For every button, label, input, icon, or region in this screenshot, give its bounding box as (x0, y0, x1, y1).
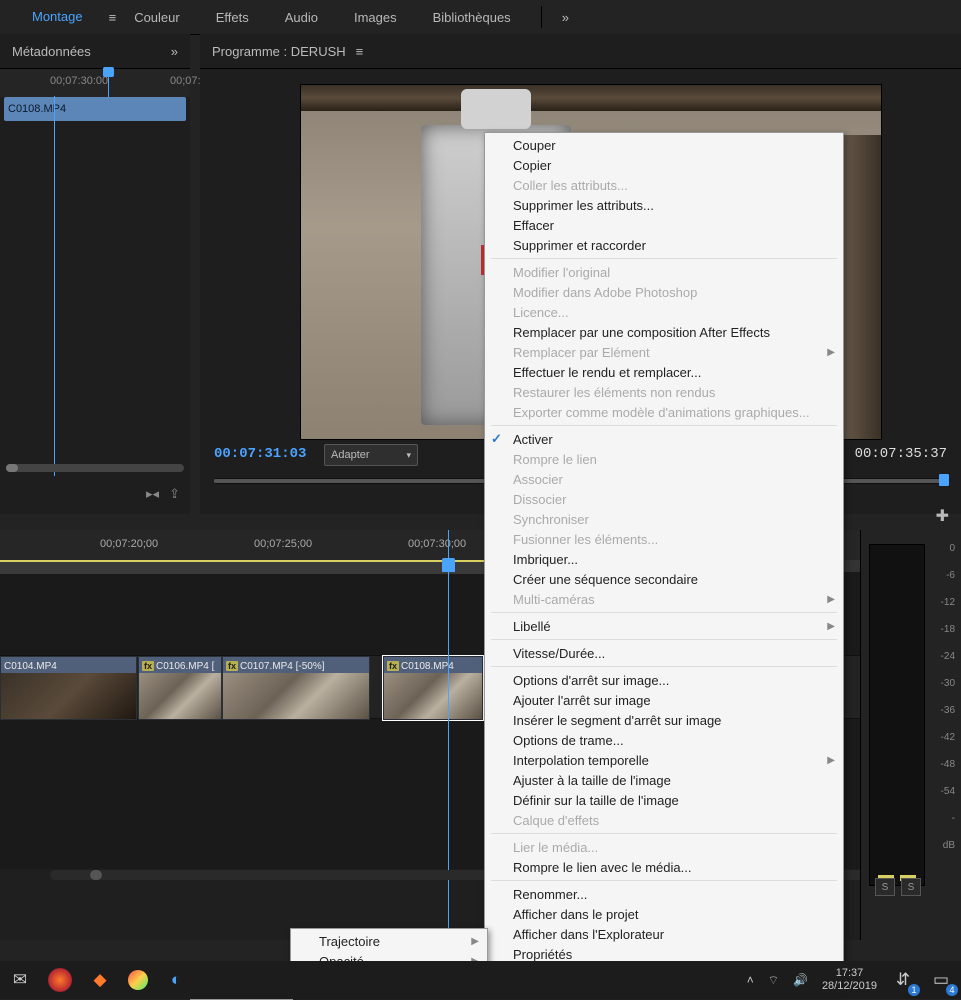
menu-item: Remplacer par Elément▶ (485, 342, 843, 362)
clock[interactable]: 17:37 28/12/2019 (822, 967, 877, 993)
playhead[interactable] (54, 96, 55, 476)
menu-item[interactable]: Afficher dans l'Explorateur (485, 924, 843, 944)
dropdown-label: Adapter (331, 449, 370, 461)
source-clip[interactable]: C0108.MP4 (4, 97, 186, 121)
windows-taskbar: ✉ ◆ ◐ ˄ ⌔ 🔊 17:37 28/12/2019 ⇵ ▭ (0, 961, 961, 999)
app-icon[interactable] (128, 970, 148, 990)
source-scrollbar[interactable] (6, 464, 184, 472)
tab-audio[interactable]: Audio (267, 0, 336, 34)
solo-button[interactable]: S (901, 878, 921, 896)
tab-montage[interactable]: Montage (14, 0, 101, 36)
menu-item[interactable]: Trajectoire▶ (291, 931, 487, 951)
menu-item[interactable]: Insérer le segment d'arrêt sur image (485, 710, 843, 730)
timeline-clip[interactable]: fxC0107.MP4 [-50%] (222, 656, 370, 720)
menu-item[interactable]: Vitesse/Durée... (485, 643, 843, 663)
tray-app-icon[interactable]: ⇵ (891, 968, 915, 992)
panel-menu-icon[interactable]: ≡ (356, 44, 364, 59)
ruler-tick: 00;07:25;00 (254, 538, 312, 550)
timecode-in[interactable]: 00:07:31:03 (214, 446, 306, 462)
workspace-tabs: Montage ≡ Couleur Effets Audio Images Bi… (0, 0, 961, 35)
volume-icon[interactable]: 🔊 (793, 973, 808, 987)
overflow-icon[interactable]: » (562, 10, 569, 25)
menu-item[interactable]: Ajuster à la taille de l'image (485, 770, 843, 790)
notifications-icon[interactable]: ▭ (929, 968, 953, 992)
menu-item[interactable]: Remplacer par une composition After Effe… (485, 322, 843, 342)
menu-item[interactable]: Supprimer les attributs... (485, 195, 843, 215)
menu-item: Exporter comme modèle d'animations graph… (485, 402, 843, 422)
export-icon[interactable]: ⇪ (169, 486, 180, 502)
wifi-icon[interactable]: ⌔ (768, 973, 779, 988)
panel-title: Métadonnées (12, 44, 91, 59)
menu-item[interactable]: Options de trame... (485, 730, 843, 750)
brave-icon[interactable]: ◆ (88, 968, 112, 992)
timecode-out: 00:07:35:37 (855, 446, 947, 462)
timeline-clip[interactable]: fxC0108.MP4 (383, 656, 483, 720)
menu-item[interactable]: ✓Activer (485, 429, 843, 449)
time-label: 17:37 (822, 967, 877, 980)
menu-item[interactable]: Afficher dans le projet (485, 904, 843, 924)
tab-images[interactable]: Images (336, 0, 415, 34)
hamburger-icon[interactable]: ≡ (109, 10, 117, 25)
menu-item[interactable]: Effectuer le rendu et remplacer... (485, 362, 843, 382)
context-menu: CouperCopierColler les attributs...Suppr… (484, 132, 844, 994)
menu-item: Associer (485, 469, 843, 489)
menu-item[interactable]: Supprimer et raccorder (485, 235, 843, 255)
overflow-icon[interactable]: » (171, 44, 178, 59)
menu-item[interactable]: Couper (485, 135, 843, 155)
menu-item[interactable]: Rompre le lien avec le média... (485, 857, 843, 877)
menu-item: Lier le média... (485, 837, 843, 857)
menu-item: Synchroniser (485, 509, 843, 529)
menu-item: Coller les attributs... (485, 175, 843, 195)
panel-title: Programme : DERUSH (212, 44, 346, 59)
menu-item: Multi-caméras▶ (485, 589, 843, 609)
meter (869, 544, 925, 886)
timeline-clip[interactable]: fxC0106.MP4 [ (138, 656, 222, 720)
mail-icon[interactable]: ✉ (8, 968, 32, 992)
menu-item[interactable]: Interpolation temporelle▶ (485, 750, 843, 770)
chevron-down-icon: ▾ (406, 450, 411, 461)
tab-biblio[interactable]: Bibliothèques (415, 0, 529, 34)
zoom-fit-dropdown[interactable]: Adapter ▾ (324, 444, 418, 466)
menu-item[interactable]: Imbriquer... (485, 549, 843, 569)
tray-chevron-icon[interactable]: ˄ (747, 973, 754, 987)
timecode-label: 00;07:30:00 (50, 75, 108, 87)
menu-item: Modifier dans Adobe Photoshop (485, 282, 843, 302)
menu-item[interactable]: Renommer... (485, 884, 843, 904)
ruler-tick: 00;07:20;00 (100, 538, 158, 550)
out-point-marker[interactable] (939, 474, 949, 486)
menu-item[interactable]: Effacer (485, 215, 843, 235)
menu-item: Restaurer les éléments non rendus (485, 382, 843, 402)
menu-item[interactable]: Options d'arrêt sur image... (485, 670, 843, 690)
menu-item: Licence... (485, 302, 843, 322)
menu-item[interactable]: Copier (485, 155, 843, 175)
app-icon[interactable]: ◐ (164, 968, 188, 992)
menu-item: Calque d'effets (485, 810, 843, 830)
audio-meters: 0-6-12-18-24-30-36-42-48-54-dB S S (860, 530, 961, 940)
menu-item: Fusionner les éléments... (485, 529, 843, 549)
tab-effets[interactable]: Effets (198, 0, 267, 34)
menu-item: Dissocier (485, 489, 843, 509)
menu-item[interactable]: Créer une séquence secondaire (485, 569, 843, 589)
menu-item[interactable]: Définir sur la taille de l'image (485, 790, 843, 810)
insert-icon[interactable]: ▸◂ (146, 486, 159, 502)
menu-item[interactable]: Ajouter l'arrêt sur image (485, 690, 843, 710)
add-button[interactable]: ✚ (936, 506, 949, 526)
date-label: 28/12/2019 (822, 980, 877, 993)
metadata-panel: Métadonnées » 00;07:30:00 00;07:35; C010… (0, 34, 190, 514)
menu-item[interactable]: Libellé▶ (485, 616, 843, 636)
source-ruler[interactable]: 00;07:30:00 00;07:35; (0, 69, 190, 97)
timeline-clip[interactable]: C0104.MP4 (0, 656, 137, 720)
resolve-icon[interactable] (48, 968, 72, 992)
ruler-tick: 00;07:30;00 (408, 538, 466, 550)
menu-item: Rompre le lien (485, 449, 843, 469)
solo-button[interactable]: S (875, 878, 895, 896)
menu-item: Modifier l'original (485, 262, 843, 282)
tab-couleur[interactable]: Couleur (116, 0, 198, 34)
